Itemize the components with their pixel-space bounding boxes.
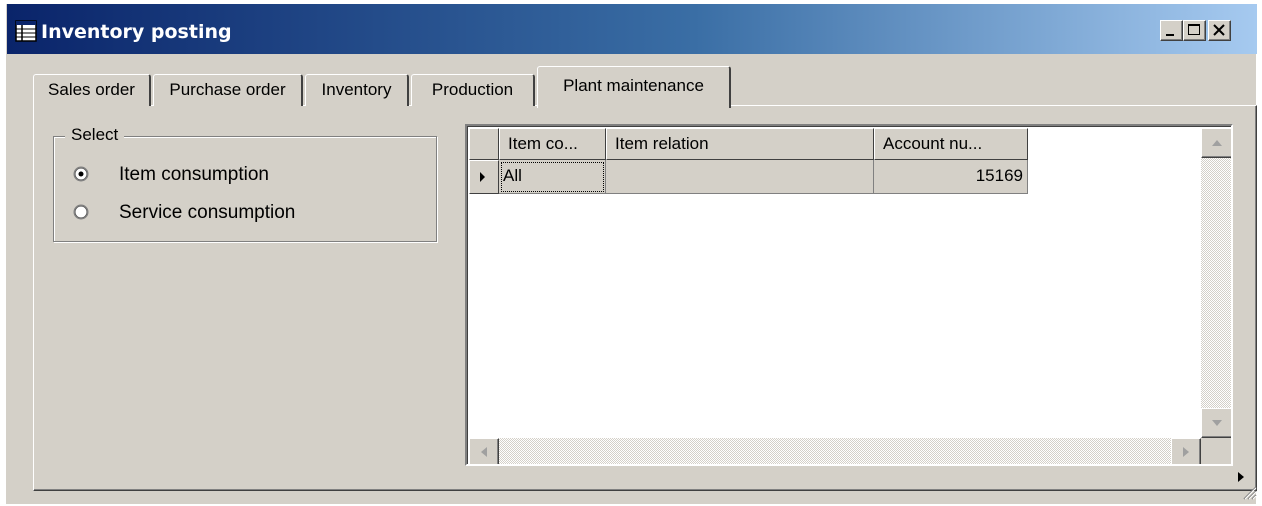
tab-plant-maintenance[interactable]: Plant maintenance (537, 66, 731, 108)
cell-item-code[interactable]: All (499, 160, 606, 194)
maximize-icon (1188, 24, 1200, 35)
select-groupbox (53, 136, 437, 242)
horizontal-scrollbar[interactable] (469, 438, 1201, 464)
tab-inventory[interactable]: Inventory (305, 74, 409, 106)
tab-purchase-order[interactable]: Purchase order (153, 74, 303, 106)
cell-account-number[interactable]: 15169 (874, 160, 1028, 194)
column-header-item-relation[interactable]: Item relation (606, 128, 874, 160)
scroll-down-button[interactable] (1201, 408, 1231, 438)
resize-grip-icon[interactable] (1241, 484, 1257, 500)
scroll-up-button[interactable] (1201, 128, 1231, 158)
radio-unchecked-icon (73, 204, 89, 220)
form-grid-icon (15, 20, 37, 42)
radio-checked-icon (73, 166, 89, 182)
posting-grid[interactable]: Item co... Item relation Account nu... A… (465, 124, 1233, 466)
column-header-account-number[interactable]: Account nu... (874, 128, 1028, 160)
scroll-up-arrow-icon (1212, 140, 1222, 146)
maximize-button[interactable] (1183, 20, 1206, 41)
select-group-legend: Select (65, 124, 125, 146)
close-button[interactable] (1208, 20, 1231, 41)
radio-service-consumption-label: Service consumption (119, 202, 296, 223)
column-header-item-code[interactable]: Item co... (499, 128, 606, 160)
title-bar[interactable]: Inventory posting (7, 4, 1257, 54)
cell-item-relation[interactable] (606, 160, 874, 194)
tab-production[interactable]: Production (411, 74, 535, 106)
scroll-right-button[interactable] (1171, 438, 1201, 464)
tab-sales-order[interactable]: Sales order (33, 74, 151, 106)
radio-item-consumption-label: Item consumption (119, 164, 269, 185)
panel-expand-arrow-icon[interactable] (1236, 470, 1246, 484)
scroll-left-arrow-icon (481, 447, 487, 457)
scroll-down-arrow-icon (1212, 420, 1222, 426)
window-title: Inventory posting (41, 21, 232, 43)
minimize-button[interactable] (1160, 20, 1183, 41)
current-row-arrow-icon (480, 172, 485, 182)
inventory-posting-window: Inventory posting Sales order Purchase o… (6, 4, 1257, 504)
row-selector[interactable] (469, 160, 499, 194)
vertical-scrollbar[interactable] (1201, 128, 1231, 438)
scroll-left-button[interactable] (469, 438, 499, 464)
minimize-icon (1166, 34, 1174, 36)
row-selector-header (469, 128, 499, 160)
scrollbar-corner (1201, 438, 1231, 464)
scroll-right-arrow-icon (1183, 447, 1189, 457)
close-icon (1213, 24, 1225, 36)
